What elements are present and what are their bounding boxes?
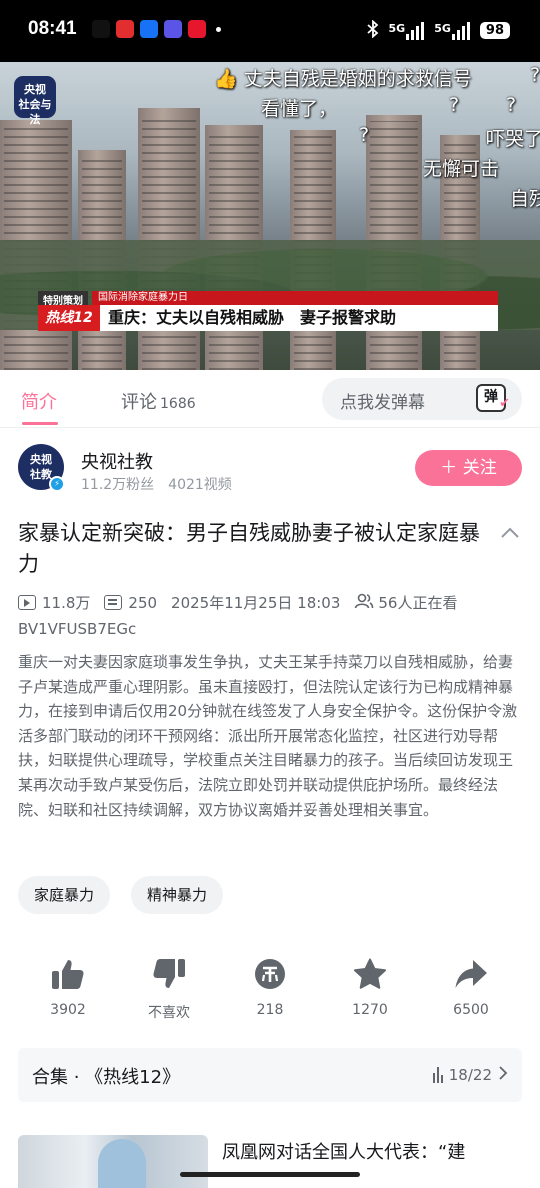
tab-bar: 简介 评论 1686 点我发弹幕 弹 ✔ <box>0 370 540 428</box>
signal-icon-2: 5G <box>434 21 470 40</box>
view-count: 11.8万 <box>42 594 91 612</box>
check-icon: ✔ <box>499 396 510 411</box>
favorite-count: 1270 <box>352 1002 388 1018</box>
collection-bar[interactable]: 合集 · 《热线12》 18/22 <box>18 1048 522 1102</box>
tag-item[interactable]: 精神暴力 <box>131 876 224 914</box>
dislike-button[interactable]: 不喜欢 <box>129 958 209 1022</box>
danmaku-toggle-button[interactable]: 弹 ✔ <box>476 384 510 412</box>
danmaku-comment: ? <box>449 94 460 116</box>
banner-logo: 热线12 <box>38 305 100 331</box>
coin-button[interactable]: 218 <box>230 958 310 1018</box>
people-icon <box>354 593 374 613</box>
thumbnail-person <box>98 1139 146 1188</box>
comment-count: 1686 <box>160 396 196 412</box>
thumb-up-icon <box>28 958 108 990</box>
video-count: 4021视频 <box>168 477 232 493</box>
publish-datetime: 2025年11月25日 18:03 <box>171 594 341 612</box>
favorite-button[interactable]: 1270 <box>330 958 410 1018</box>
tab-comments[interactable]: 评论 1686 <box>121 388 196 414</box>
more-notifications-dot <box>216 26 221 32</box>
uploader-name[interactable]: 央视社教 <box>81 448 153 474</box>
tab-active-indicator <box>22 422 58 425</box>
coin-icon <box>230 958 310 990</box>
danmaku-placeholder: 点我发弹幕 <box>340 393 425 413</box>
fans-count: 11.2万粉丝 <box>81 477 155 493</box>
danmaku-comment: ? <box>530 64 540 86</box>
like-count: 3902 <box>50 1002 86 1018</box>
danmaku-comment: 👍 丈夫自残是婚姻的求救信号 <box>214 68 472 90</box>
banner-subtitle: 国际消除家庭暴力日 <box>92 291 498 305</box>
status-bar: 08:41 5G 5G 98 <box>0 0 540 62</box>
pinduoduo-icon <box>116 20 134 38</box>
chevron-up-icon[interactable] <box>500 520 520 544</box>
battery-indicator: 98 <box>479 22 510 39</box>
danmaku-comment: 无懈可击 <box>423 158 500 180</box>
tieba-icon <box>164 20 182 38</box>
danmaku-comment: 自残 <box>510 188 540 210</box>
danmaku-comment: ? <box>359 124 370 146</box>
recommendation-title[interactable]: 凤凰网对话全国人大代表：“建 <box>222 1138 465 1164</box>
tab-intro[interactable]: 简介 <box>21 388 57 414</box>
share-button[interactable]: 6500 <box>431 958 511 1018</box>
bluetooth-icon <box>366 19 379 41</box>
danmaku-comment: 吓哭了 <box>486 128 540 150</box>
coin-count: 218 <box>256 1002 284 1018</box>
star-icon <box>330 958 410 990</box>
tag-item[interactable]: 家庭暴力 <box>18 876 111 914</box>
share-arrow-icon <box>431 958 511 990</box>
tiktok-icon <box>92 20 110 38</box>
danmaku-count: 250 <box>128 593 158 612</box>
signal-icon: 5G <box>389 21 425 40</box>
status-right: 5G 5G 98 <box>366 19 510 41</box>
weibo-icon <box>188 20 206 38</box>
video-player[interactable]: 央视 社会与法 👍 丈夫自残是婚姻的求救信号? 看懂了，??? 吓哭了 无懈可击 自残 … <box>0 62 540 370</box>
danmaku-input[interactable]: 点我发弹幕 弹 ✔ <box>322 378 522 420</box>
banner-headline: 重庆：丈夫以自残相威胁 妻子报警求助 <box>100 305 498 331</box>
recommendation-thumbnail[interactable] <box>18 1135 208 1188</box>
video-meta: 11.8万 250 2025年11月25日 18:03 56人正在看 <box>18 592 457 613</box>
danmaku-comment: ? <box>506 94 517 116</box>
chevron-right-icon <box>498 1065 508 1085</box>
play-count-icon <box>18 595 36 610</box>
video-description: 重庆一对夫妻因家庭琐事发生争执，丈夫王某手持菜刀以自残相威胁，给妻子卢某造成严重… <box>18 653 518 819</box>
collection-progress: 18/22 <box>432 1065 508 1085</box>
playlist-icon <box>432 1067 443 1083</box>
channel-logo: 央视 社会与法 <box>14 76 56 126</box>
uploader-stats: 11.2万粉丝 4021视频 <box>81 474 232 494</box>
home-indicator[interactable] <box>180 1172 360 1177</box>
video-title: 家暴认定新突破：男子自残威胁妻子被认定家庭暴力 <box>18 521 480 576</box>
like-button[interactable]: 3902 <box>28 958 108 1018</box>
zhihu-icon <box>140 20 158 38</box>
verified-icon: ⚡ <box>49 476 65 492</box>
collection-title: 合集 · 《热线12》 <box>32 1067 181 1088</box>
thumb-down-icon <box>129 958 209 990</box>
watching-count: 56人正在看 <box>378 594 458 612</box>
danmaku-comment: 看懂了， <box>261 98 338 120</box>
notification-icons <box>92 20 221 38</box>
danmaku-count-icon <box>104 595 123 610</box>
dislike-label: 不喜欢 <box>148 1005 190 1021</box>
status-time: 08:41 <box>28 18 77 39</box>
bvid[interactable]: BV1VFUSB7EGc <box>18 620 136 638</box>
follow-button[interactable]: ＋ 关注 <box>415 450 522 486</box>
share-count: 6500 <box>453 1002 489 1018</box>
